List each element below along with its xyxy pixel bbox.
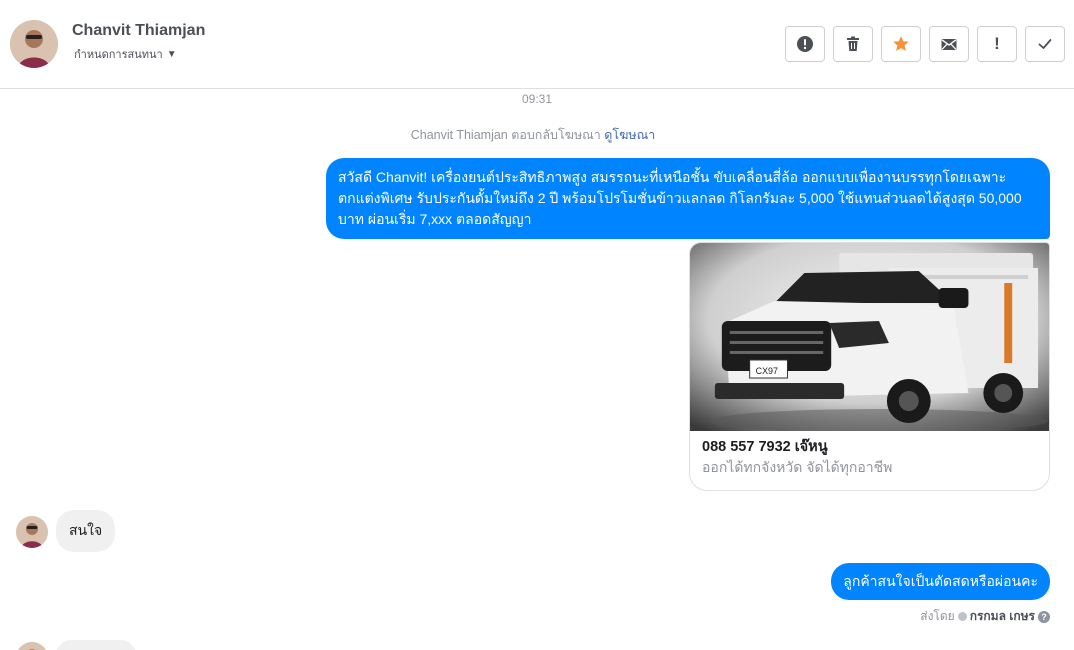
- sent-by-label: ส่งโดย: [920, 609, 955, 623]
- ad-card-description: ออกได้ทกจังหวัด จัดได้ทุกอาชีพ: [702, 459, 893, 475]
- ad-truck-image: CX97: [690, 243, 1049, 431]
- contact-avatar[interactable]: [10, 20, 58, 68]
- check-icon: [1038, 39, 1052, 49]
- contact-avatar-small: [16, 516, 48, 548]
- mark-done-button[interactable]: [1025, 26, 1065, 62]
- sender-name: กรกมล เกษร: [969, 609, 1035, 623]
- outgoing-message-reply: ลูกค้าสนใจเป็นตัดสดหรือผ่อนคะ: [831, 563, 1050, 600]
- conversation-settings-dropdown[interactable]: กำหนดการสนทนา ▼: [74, 45, 177, 63]
- outgoing-message-ad: สวัสดี Chanvit! เครื่องยนต์ประสิทธิภาพสู…: [326, 158, 1050, 239]
- caret-down-icon: ▼: [166, 48, 177, 60]
- incoming-message-partial: [56, 640, 136, 650]
- ad-reply-note: Chanvit Thiamjan ตอบกลับโฆษณา ดูโฆษณา: [0, 125, 1066, 145]
- exclamation-icon: !: [994, 34, 1000, 53]
- header-toolbar: !: [785, 26, 1065, 62]
- mark-unread-button[interactable]: [929, 26, 969, 62]
- star-icon: [893, 36, 909, 51]
- status-dot-icon: [957, 612, 967, 621]
- contact-avatar-small: [16, 642, 48, 650]
- mark-spam-button[interactable]: [785, 26, 825, 62]
- contact-name[interactable]: Chanvit Thiamjan: [72, 22, 205, 40]
- view-ad-link[interactable]: ดูโฆษณา: [604, 128, 655, 142]
- help-icon[interactable]: ?: [1038, 610, 1050, 623]
- ad-reply-text: Chanvit Thiamjan ตอบกลับโฆษณา: [410, 128, 601, 142]
- conversation-header: Chanvit Thiamjan กำหนดการสนทนา ▼ !: [0, 0, 1074, 89]
- message-timestamp: 09:31: [521, 92, 553, 106]
- delete-button[interactable]: [833, 26, 873, 62]
- trash-icon: [847, 36, 859, 51]
- star-button[interactable]: [881, 26, 921, 62]
- ad-card-title: 088 557 7932 เจ๊หนู: [702, 439, 828, 455]
- incoming-message: สนใจ: [56, 510, 116, 552]
- ad-card[interactable]: CX97 088 557 7932 เจ๊หนู ออกได้ทกจังหวัด…: [689, 242, 1050, 491]
- envelope-icon: [941, 39, 957, 50]
- follow-up-button[interactable]: !: [977, 26, 1017, 62]
- exclamation-circle-icon: [797, 36, 813, 52]
- conversation-settings-label: กำหนดการสนทนา: [74, 49, 163, 61]
- sent-by-line: ส่งโดย กรกมล เกษร ?: [920, 607, 1050, 626]
- license-plate: CX97: [756, 366, 778, 376]
